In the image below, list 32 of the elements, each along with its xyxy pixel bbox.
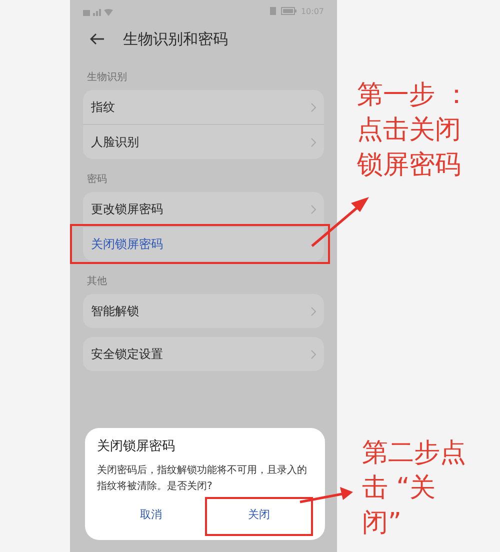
chevron-icon	[311, 306, 316, 316]
settings-row[interactable]: 指纹	[83, 90, 324, 124]
chevron-icon	[311, 138, 316, 146]
settings-row[interactable]: 更改锁屏密码	[83, 192, 324, 226]
row-label: 指纹	[91, 98, 115, 116]
row-label: 安全锁定设置	[91, 346, 163, 362]
dialog-button[interactable]: 取消	[97, 495, 205, 536]
page-title: 生物识别和密码	[123, 30, 228, 48]
battery-icon	[280, 7, 297, 15]
settings-row[interactable]: 智能解锁	[83, 294, 324, 328]
chevron-icon	[311, 204, 316, 214]
row-label: 智能解锁	[91, 302, 139, 320]
row-label: 人脸识别	[91, 134, 139, 150]
dialog-title: 关闭锁屏密码	[97, 438, 176, 455]
dialog-message: 关闭密码后，指纹解锁功能将不可用，且录入的指纹将被清除。是否关闭?	[97, 464, 308, 494]
section-label: 密码	[86, 172, 108, 187]
chevron-icon	[311, 102, 316, 112]
section-label: 其他	[86, 274, 108, 289]
section-label: 生物识别	[86, 70, 128, 85]
annotation-arrow	[311, 197, 369, 247]
settings-row[interactable]: 安全锁定设置	[83, 337, 324, 371]
row-label: 更改锁屏密码	[91, 200, 163, 218]
settings-row[interactable]: 关闭锁屏密码	[83, 226, 324, 261]
annotation-arrow	[300, 487, 353, 504]
row-label: 关闭锁屏密码	[91, 236, 163, 252]
annotation-text: 第一步 ： 点击关闭 锁屏密码	[357, 79, 470, 182]
back-arrow-icon[interactable]	[89, 33, 105, 45]
annotation-text: 第二步点 击 “关 闭”	[362, 437, 466, 540]
signal-icon	[83, 8, 113, 16]
dialog-button[interactable]: 关闭	[205, 497, 313, 536]
chevron-icon	[311, 350, 316, 358]
settings-row[interactable]: 人脸识别	[83, 124, 324, 159]
